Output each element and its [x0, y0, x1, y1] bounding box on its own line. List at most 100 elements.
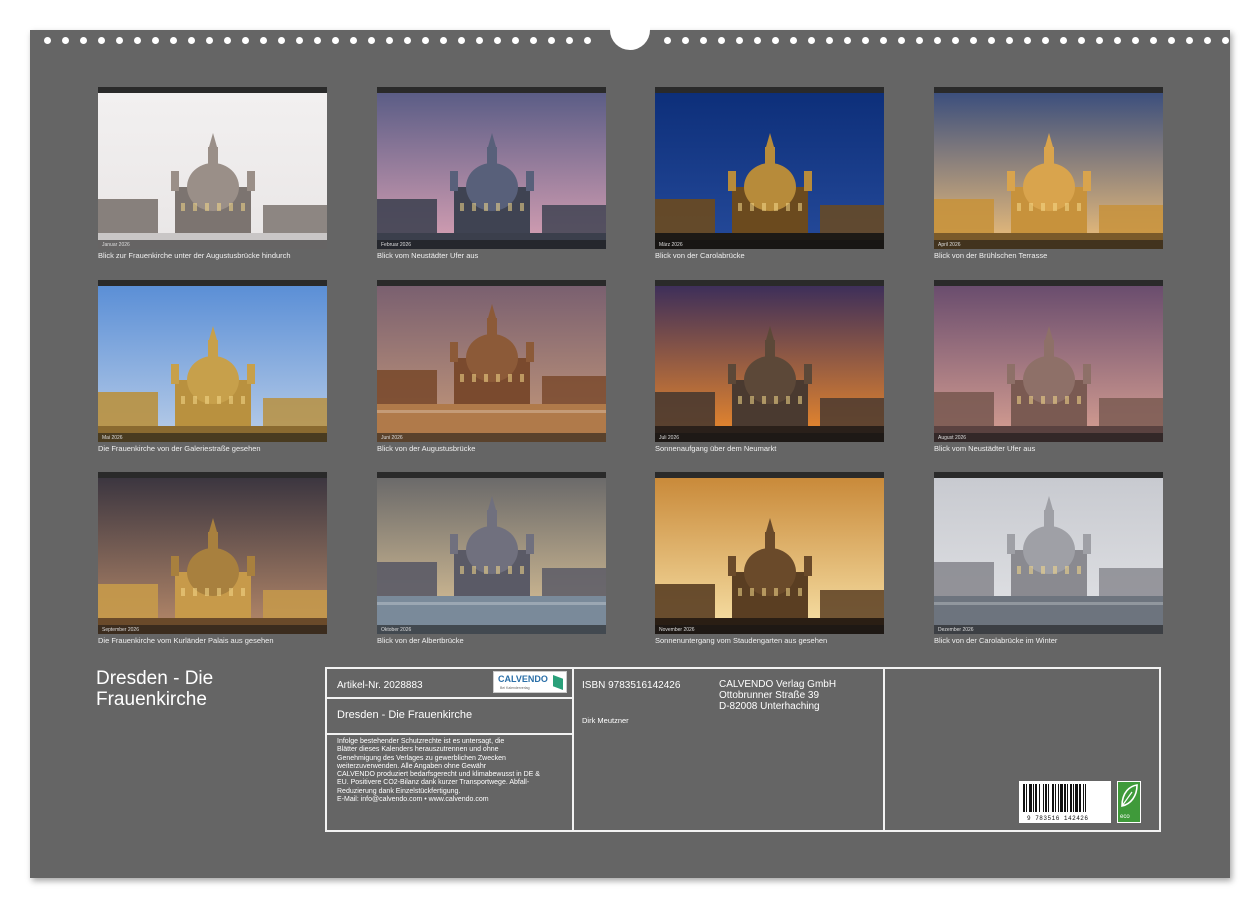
binding-hole — [1096, 37, 1103, 44]
binding-hole — [700, 37, 707, 44]
binding-hole — [368, 37, 375, 44]
photo-caption: Blick zur Frauenkirche unter der Augustu… — [98, 251, 291, 260]
binding-hole — [898, 37, 905, 44]
legal-line: CALVENDO produziert bedarfsgerecht und k… — [337, 771, 540, 779]
legal-line: Blätter dieses Kalenders herauszutrennen… — [337, 746, 499, 754]
binding-hole — [970, 37, 977, 44]
binding-hole — [1006, 37, 1013, 44]
month-label: April 2026 — [938, 242, 961, 248]
calendar-subtitle: Dresden - Die Frauenkirche — [337, 709, 473, 721]
calendar-photo: August 2026 — [934, 280, 1163, 442]
binding-hole — [440, 37, 447, 44]
binding-hole — [862, 37, 869, 44]
isbn: ISBN 9783516142426 — [582, 680, 681, 691]
binding-hole — [754, 37, 761, 44]
legal-line: Genehmigung des Verlages zu gewerblichen… — [337, 754, 506, 762]
binding-hole — [844, 37, 851, 44]
binding-hole — [584, 37, 591, 44]
binding-hole — [1150, 37, 1157, 44]
binding-hole — [1204, 37, 1211, 44]
photo-caption: Die Frauenkirche vom Kurländer Palais au… — [98, 636, 274, 645]
month-label: September 2026 — [102, 627, 139, 633]
publisher-address: CALVENDO Verlag GmbH Ottobrunner Straße … — [719, 679, 837, 712]
binding-hole — [808, 37, 815, 44]
calendar-photo: Oktober 2026 — [377, 472, 606, 634]
photo-caption: Blick von der Albertbrücke — [377, 636, 464, 645]
month-strip: Januar 2026 — [98, 240, 327, 249]
month-label: Februar 2026 — [381, 242, 412, 248]
month-strip: November 2026 — [655, 625, 884, 634]
binding-hole — [1186, 37, 1193, 44]
binding-hole — [494, 37, 501, 44]
binding-hole — [1042, 37, 1049, 44]
month-label: Oktober 2026 — [381, 627, 412, 633]
binding-hole — [988, 37, 995, 44]
binding-hole — [880, 37, 887, 44]
calendar-photo: April 2026 — [934, 87, 1163, 249]
photo-scene — [934, 478, 1163, 634]
barcode-bars — [1023, 784, 1086, 812]
binding-hole — [476, 37, 483, 44]
binding-hole — [134, 37, 141, 44]
calendar-photo: Dezember 2026 — [934, 472, 1163, 634]
photo-caption: Blick vom Neustädter Ufer aus — [377, 251, 479, 260]
photo-scene — [377, 478, 606, 634]
month-strip: Oktober 2026 — [377, 625, 606, 634]
photo-caption: Sonnenaufgang über dem Neumarkt — [655, 444, 777, 453]
binding-hole — [422, 37, 429, 44]
author: Dirk Meutzner — [582, 716, 629, 725]
photo-scene — [934, 93, 1163, 249]
calendar-back-page: Januar 2026 Blick zur Frauenkirche unter … — [30, 20, 1230, 878]
month-label: Juli 2026 — [659, 435, 680, 441]
calendar-photo: Juli 2026 — [655, 280, 884, 442]
info-box: Artikel-Nr. 2028883 CALVENDO Bei Kalende… — [325, 667, 1161, 832]
binding-hole — [44, 37, 51, 44]
binding-hole — [772, 37, 779, 44]
photo-caption: Blick von der Carolabrücke im Winter — [934, 636, 1058, 645]
calvendo-logo: CALVENDO Bei Kalenderverlag — [493, 671, 567, 693]
photo-caption: Blick vom Neustädter Ufer aus — [934, 444, 1036, 453]
legal-line: EU. Positivere CO2-Bilanz dank kurzer Tr… — [337, 779, 530, 787]
binding-hole — [170, 37, 177, 44]
binding-hole — [1132, 37, 1139, 44]
article-number: Artikel-Nr. 2028883 — [337, 680, 423, 691]
binding-hole — [682, 37, 689, 44]
month-strip: August 2026 — [934, 433, 1163, 442]
calendar-photo: September 2026 — [98, 472, 327, 634]
binding-hole — [116, 37, 123, 44]
binding-hole — [242, 37, 249, 44]
photo-scene — [655, 93, 884, 249]
divider — [327, 697, 573, 699]
photo-scene — [934, 286, 1163, 442]
photo-caption: Blick von der Brühlschen Terrasse — [934, 251, 1048, 260]
calendar-photo: Mai 2026 — [98, 280, 327, 442]
month-label: Juni 2026 — [381, 435, 403, 441]
calendar-title: Dresden - Die Frauenkirche — [96, 668, 214, 710]
photo-scene — [377, 286, 606, 442]
binding-hole — [512, 37, 519, 44]
month-strip: Juni 2026 — [377, 433, 606, 442]
binding-hole — [404, 37, 411, 44]
binding-hole — [1168, 37, 1175, 44]
month-strip: April 2026 — [934, 240, 1163, 249]
binding-hole — [206, 37, 213, 44]
binding-hole — [224, 37, 231, 44]
divider — [883, 669, 885, 830]
binding-hole — [1222, 37, 1229, 44]
calendar-photo: Februar 2026 — [377, 87, 606, 249]
binding-hole — [296, 37, 303, 44]
month-label: Januar 2026 — [102, 242, 130, 248]
eco-badge: eco — [1117, 781, 1141, 823]
binding-hole — [314, 37, 321, 44]
photo-scene — [98, 478, 327, 634]
photo-scene — [98, 93, 327, 249]
binding-hole — [1114, 37, 1121, 44]
binding-hole — [80, 37, 87, 44]
photo-caption: Sonnenuntergang vom Staudengarten aus ge… — [655, 636, 828, 645]
binding-hole — [350, 37, 357, 44]
legal-line: weiterzuverwenden. Alle Angaben ohne Gew… — [337, 762, 487, 770]
photo-scene — [655, 478, 884, 634]
month-strip: Februar 2026 — [377, 240, 606, 249]
month-label: November 2026 — [659, 627, 695, 633]
month-label: Mai 2026 — [102, 435, 123, 441]
